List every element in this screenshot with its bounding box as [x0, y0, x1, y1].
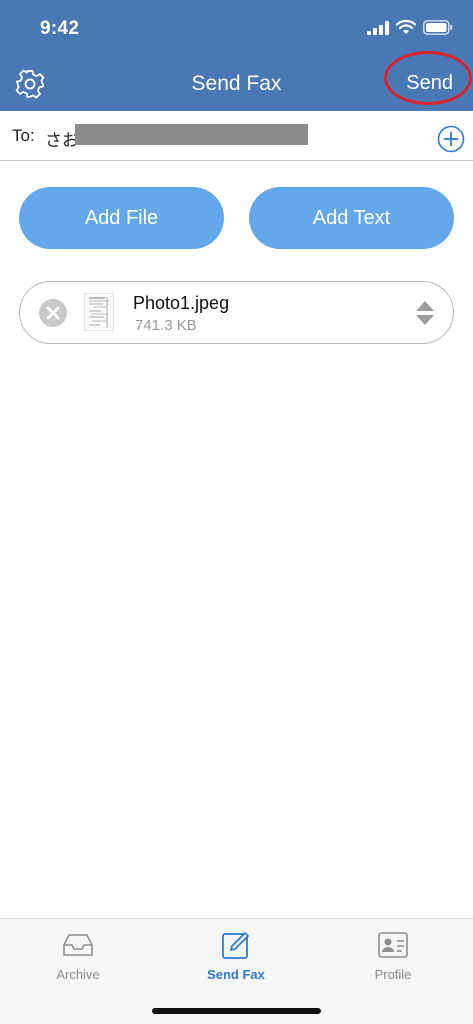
header: 9:42 Send Fax Send: [0, 0, 473, 111]
id-card-icon: [378, 932, 408, 958]
tab-send-fax[interactable]: Send Fax: [181, 929, 291, 982]
add-file-button[interactable]: Add File: [19, 187, 224, 249]
battery-icon: [423, 20, 453, 35]
document-thumbnail-icon: [89, 297, 109, 328]
remove-attachment-button[interactable]: [39, 299, 67, 327]
send-button[interactable]: Send: [406, 72, 453, 95]
reorder-arrows-icon: [416, 301, 434, 325]
recipient-field[interactable]: さお: [45, 126, 79, 151]
file-name: Photo1.jpeg: [133, 293, 230, 313]
reorder-handle[interactable]: [415, 299, 435, 327]
wifi-icon: [396, 20, 416, 34]
redaction-block: [75, 124, 308, 145]
file-thumbnail: [84, 293, 114, 331]
status-icons: [367, 20, 453, 35]
tab-label: Send Fax: [207, 967, 265, 982]
remove-circle-icon: [39, 299, 67, 327]
home-indicator[interactable]: [152, 1008, 321, 1014]
pencil-square-icon: [222, 932, 249, 959]
tray-icon: [63, 934, 93, 956]
add-recipient-button[interactable]: [437, 125, 465, 153]
tab-label: Profile: [374, 967, 412, 982]
tab-label: Archive: [56, 967, 100, 982]
cellular-signal-icon: [367, 20, 389, 35]
file-size: 741.3 KB: [135, 317, 197, 334]
plus-circle-icon: [437, 125, 465, 153]
tab-archive[interactable]: Archive: [23, 929, 133, 982]
tab-profile[interactable]: Profile: [338, 929, 448, 982]
page-title: Send Fax: [191, 72, 282, 95]
add-text-button[interactable]: Add Text: [249, 187, 454, 249]
attachment-item[interactable]: Photo1.jpeg 741.3 KB: [19, 281, 454, 344]
to-label: To:: [12, 126, 35, 145]
status-time: 9:42: [40, 18, 80, 39]
